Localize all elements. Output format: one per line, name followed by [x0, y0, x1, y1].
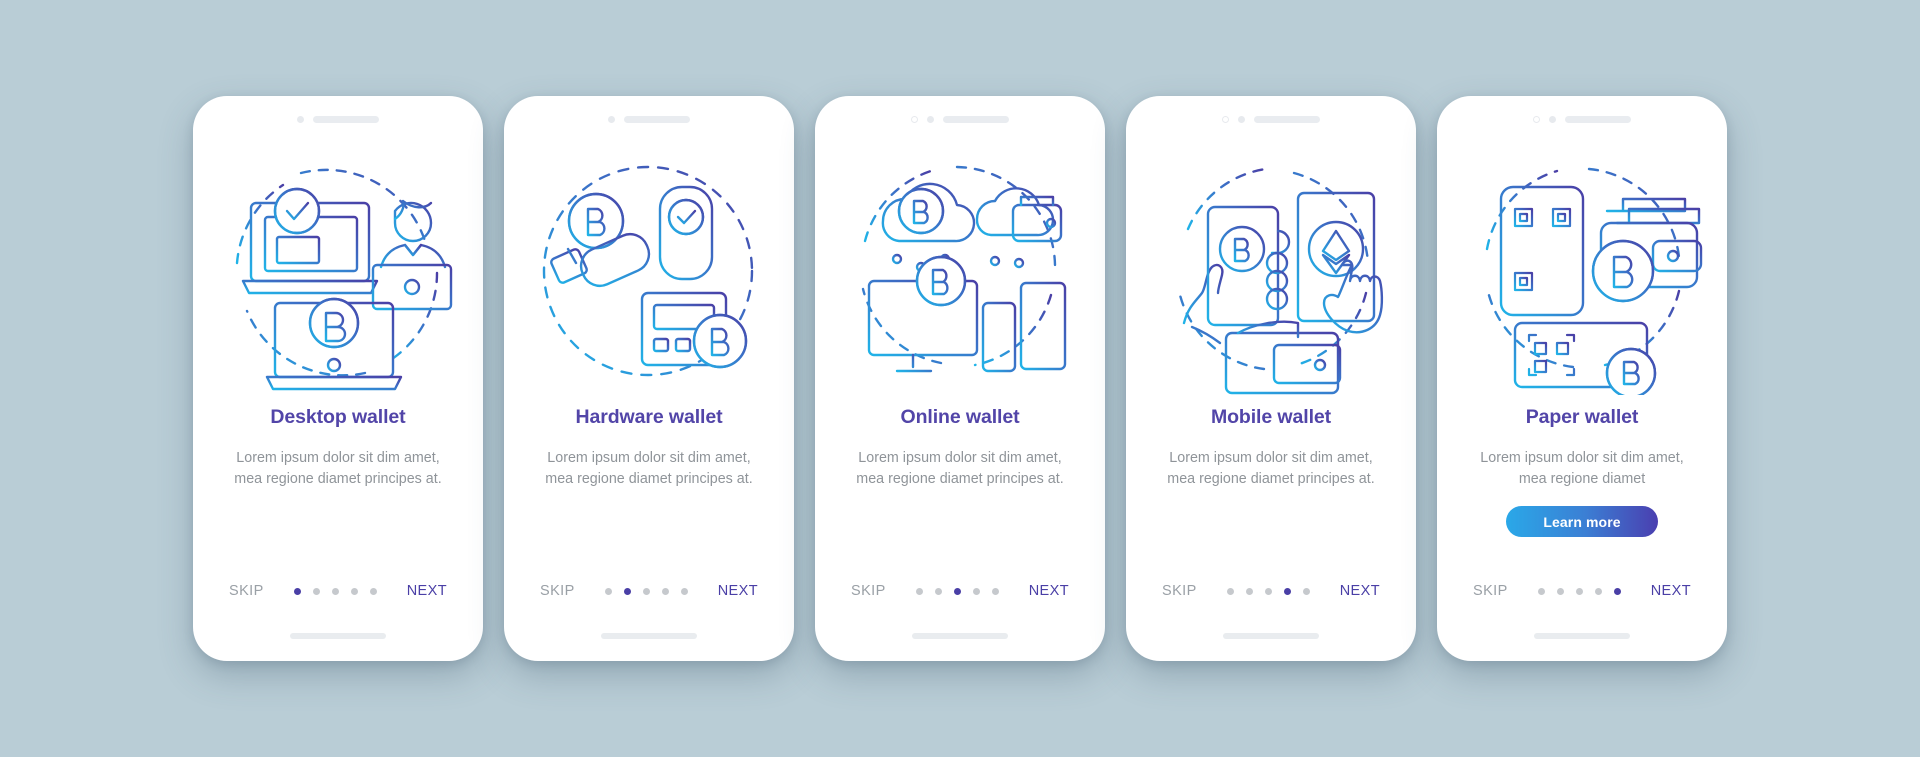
onboarding-screen-online-wallet: Online wallet Lorem ipsum dolor sit dim … [815, 96, 1105, 661]
speaker-grill-icon [313, 115, 379, 123]
page-description: Lorem ipsum dolor sit dim amet, mea regi… [1480, 450, 1684, 487]
next-button[interactable]: NEXT [1340, 583, 1380, 599]
speaker-grill-icon [1565, 115, 1631, 123]
page-title: Desktop wallet [270, 406, 406, 428]
onboarding-screen-hardware-wallet: Hardware wallet Lorem ipsum dolor sit di… [504, 96, 794, 661]
step-dot-1[interactable] [293, 587, 301, 595]
step-indicator-dots [1537, 587, 1621, 595]
page-description: Lorem ipsum dolor sit dim amet, mea regi… [234, 450, 442, 487]
skip-button[interactable]: SKIP [1162, 583, 1197, 599]
camera-ring-icon [911, 115, 918, 123]
onboarding-nav: SKIP NEXT [193, 583, 483, 599]
step-dot-4[interactable] [661, 587, 669, 595]
paper-wallet-illustration [1437, 134, 1727, 402]
step-dot-3[interactable] [953, 587, 961, 595]
onboarding-nav: SKIP NEXT [1437, 583, 1727, 599]
learn-more-button[interactable]: Learn more [1506, 506, 1658, 537]
step-indicator-dots [1226, 587, 1310, 595]
online-wallet-illustration [815, 134, 1105, 402]
camera-ring-icon [1533, 115, 1540, 123]
page-title: Online wallet [900, 406, 1020, 428]
step-dot-5[interactable] [680, 587, 688, 595]
skip-button[interactable]: SKIP [540, 583, 575, 599]
step-dot-3[interactable] [1575, 587, 1583, 595]
onboarding-screen-paper-wallet: Paper wallet Lorem ipsum dolor sit dim a… [1437, 96, 1727, 661]
camera-dot-icon [608, 115, 615, 123]
step-dot-3[interactable] [331, 587, 339, 595]
desktop-wallet-illustration [193, 134, 483, 402]
skip-button[interactable]: SKIP [1473, 583, 1508, 599]
home-indicator [1534, 633, 1630, 639]
next-button[interactable]: NEXT [407, 583, 447, 599]
step-dot-5[interactable] [991, 587, 999, 595]
step-dot-3[interactable] [642, 587, 650, 595]
step-dot-3[interactable] [1264, 587, 1272, 595]
phone-top-bar [504, 104, 794, 134]
phone-top-bar [815, 104, 1105, 134]
phone-top-bar [193, 104, 483, 134]
onboarding-screen-mobile-wallet: Mobile wallet Lorem ipsum dolor sit dim … [1126, 96, 1416, 661]
step-dot-4[interactable] [1594, 587, 1602, 595]
step-dot-1[interactable] [1537, 587, 1545, 595]
speaker-grill-icon [624, 115, 690, 123]
skip-button[interactable]: SKIP [229, 583, 264, 599]
step-dot-4[interactable] [972, 587, 980, 595]
step-dot-2[interactable] [934, 587, 942, 595]
step-dot-2[interactable] [312, 587, 320, 595]
home-indicator [912, 633, 1008, 639]
step-dot-2[interactable] [1245, 587, 1253, 595]
step-dot-5[interactable] [1613, 587, 1621, 595]
step-indicator-dots [293, 587, 377, 595]
speaker-grill-icon [943, 115, 1009, 123]
page-title: Hardware wallet [575, 406, 723, 428]
camera-ring-icon [1222, 115, 1229, 123]
step-dot-4[interactable] [350, 587, 358, 595]
page-description: Lorem ipsum dolor sit dim amet, mea regi… [1167, 450, 1375, 487]
onboarding-nav: SKIP NEXT [504, 583, 794, 599]
page-description: Lorem ipsum dolor sit dim amet, mea regi… [545, 450, 753, 487]
page-description: Lorem ipsum dolor sit dim amet, mea regi… [856, 450, 1064, 487]
step-dot-1[interactable] [915, 587, 923, 595]
camera-dot-icon [1238, 115, 1245, 123]
camera-dot-icon [927, 115, 934, 123]
skip-button[interactable]: SKIP [851, 583, 886, 599]
page-title: Paper wallet [1525, 406, 1639, 428]
step-indicator-dots [604, 587, 688, 595]
hardware-wallet-illustration [504, 134, 794, 402]
step-dot-2[interactable] [1556, 587, 1564, 595]
step-dot-4[interactable] [1283, 587, 1291, 595]
step-dot-2[interactable] [623, 587, 631, 595]
next-button[interactable]: NEXT [718, 583, 758, 599]
next-button[interactable]: NEXT [1651, 583, 1691, 599]
home-indicator [1223, 633, 1319, 639]
phone-top-bar [1437, 104, 1727, 134]
step-indicator-dots [915, 587, 999, 595]
onboarding-screen-desktop-wallet: Desktop wallet Lorem ipsum dolor sit dim… [193, 96, 483, 661]
step-dot-1[interactable] [1226, 587, 1234, 595]
step-dot-1[interactable] [604, 587, 612, 595]
onboarding-nav: SKIP NEXT [815, 583, 1105, 599]
onboarding-nav: SKIP NEXT [1126, 583, 1416, 599]
page-title: Mobile wallet [1210, 406, 1332, 428]
home-indicator [290, 633, 386, 639]
camera-dot-icon [297, 115, 304, 123]
step-dot-5[interactable] [1302, 587, 1310, 595]
next-button[interactable]: NEXT [1029, 583, 1069, 599]
speaker-grill-icon [1254, 115, 1320, 123]
onboarding-screens-row: Desktop wallet Lorem ipsum dolor sit dim… [0, 0, 1920, 757]
home-indicator [601, 633, 697, 639]
step-dot-5[interactable] [369, 587, 377, 595]
mobile-wallet-illustration [1126, 134, 1416, 402]
phone-top-bar [1126, 104, 1416, 134]
camera-dot-icon [1549, 115, 1556, 123]
